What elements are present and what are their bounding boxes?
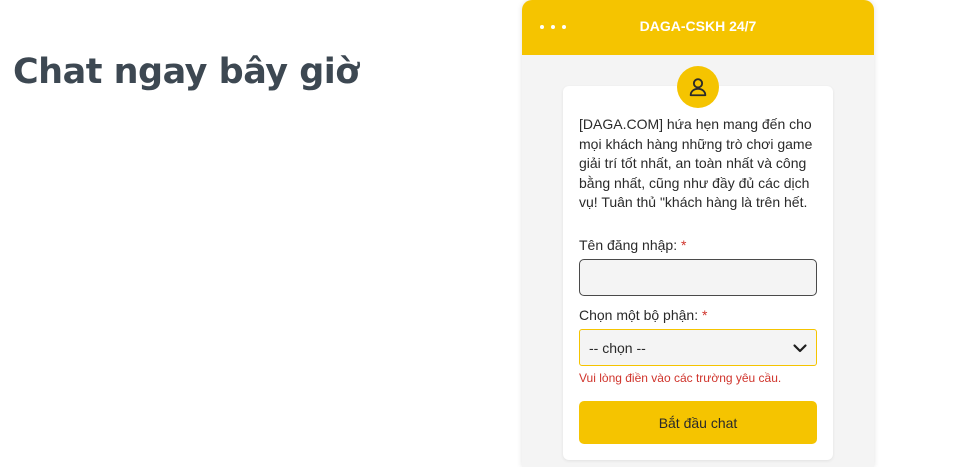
username-label: Tên đăng nhập: *: [579, 237, 686, 253]
username-input[interactable]: [579, 259, 817, 296]
chat-widget-header: DAGA-CSKH 24/7: [522, 0, 874, 55]
department-label: Chọn một bộ phận: *: [579, 307, 707, 323]
department-selected-value: -- chọn --: [589, 339, 646, 356]
page-title: Chat ngay bây giờ: [13, 52, 359, 92]
chat-widget-title: DAGA-CSKH 24/7: [639, 18, 757, 34]
department-label-text: Chọn một bộ phận:: [579, 307, 699, 323]
chevron-down-icon: [793, 343, 807, 352]
intro-text: [DAGA.COM] hứa hẹn mang đến cho mọi khác…: [579, 116, 813, 210]
username-label-text: Tên đăng nhập:: [579, 237, 678, 253]
start-chat-button[interactable]: Bắt đầu chat: [579, 401, 817, 444]
required-mark: *: [680, 237, 687, 253]
chat-widget: DAGA-CSKH 24/7 [DAGA.COM] hứa hẹn mang đ…: [522, 0, 874, 467]
validation-error: Vui lòng điền vào các trường yêu cầu.: [579, 371, 782, 385]
department-select[interactable]: -- chọn --: [579, 329, 817, 366]
user-icon: [677, 66, 719, 108]
required-mark: *: [701, 307, 708, 323]
pre-chat-form: [DAGA.COM] hứa hẹn mang đến cho mọi khác…: [563, 86, 833, 460]
